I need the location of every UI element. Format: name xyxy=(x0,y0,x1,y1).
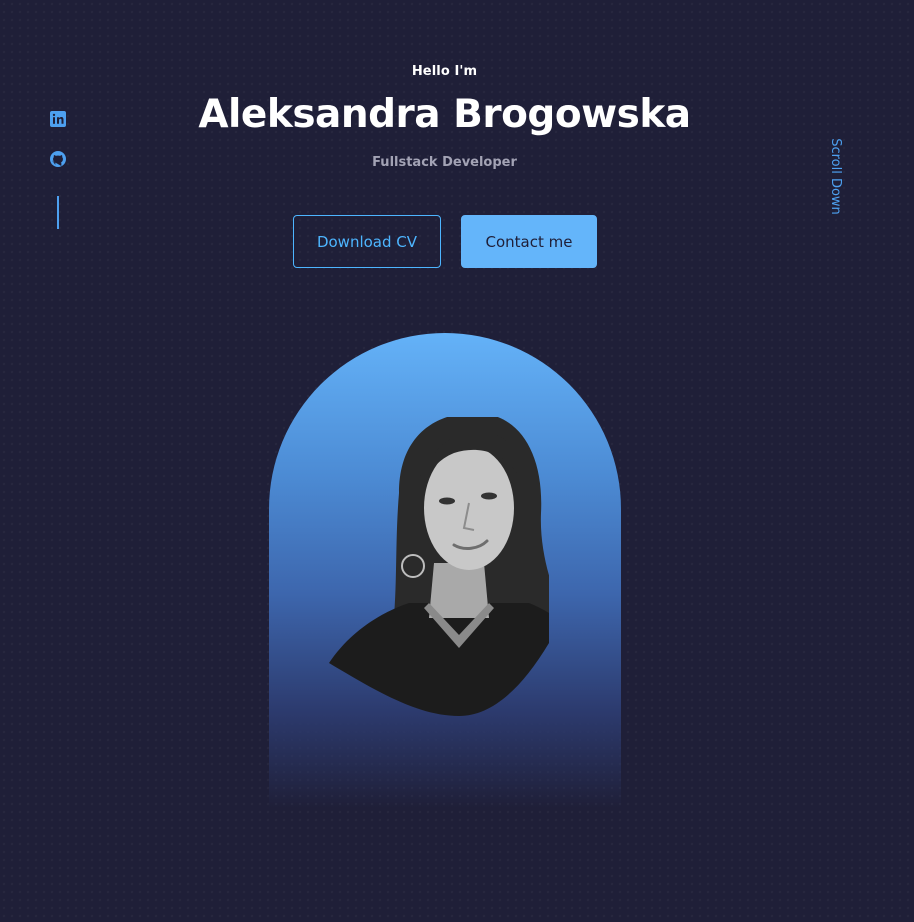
download-cv-button[interactable]: Download CV xyxy=(293,215,441,268)
portrait-container xyxy=(269,333,621,808)
social-divider-line xyxy=(57,196,59,229)
role-subtitle: Fullstack Developer xyxy=(372,155,517,170)
greeting-text: Hello I'm xyxy=(411,64,478,79)
scroll-down-label: Scroll Down xyxy=(827,137,843,215)
page-title: Aleksandra Brogowska xyxy=(198,92,691,137)
scroll-down-link[interactable]: Scroll Down xyxy=(820,131,850,221)
contact-me-button[interactable]: Contact me xyxy=(461,215,597,268)
hero-section: Hello I'm Aleksandra Brogowska Fullstack… xyxy=(0,0,914,922)
cta-buttons: Download CV Contact me xyxy=(293,215,597,268)
profile-photo xyxy=(329,417,549,716)
